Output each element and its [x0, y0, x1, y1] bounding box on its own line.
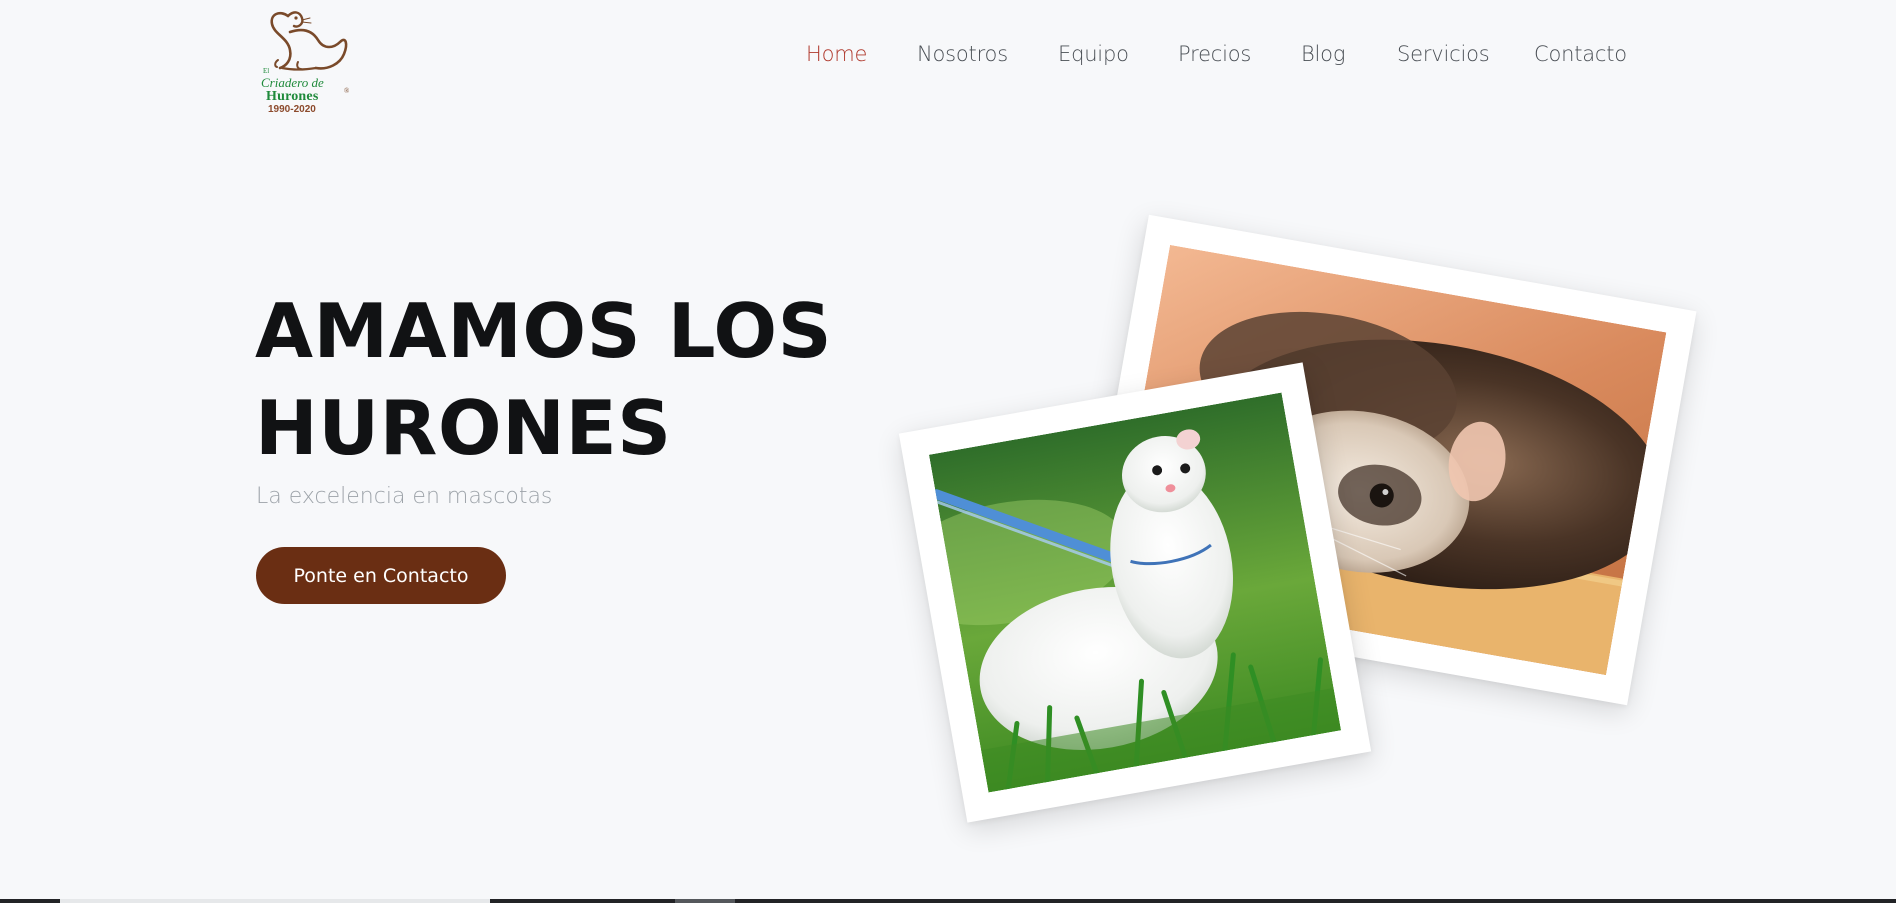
nav-item-home[interactable]: Home: [806, 42, 867, 66]
logo-small-text: El: [263, 67, 270, 75]
white-ferret-photo: [928, 392, 1342, 793]
contact-cta-button[interactable]: Ponte en Contacto: [256, 547, 506, 604]
logo-line-1: Criadero de: [261, 75, 324, 90]
site-logo[interactable]: El Criadero de Hurones 1990-2020 ®: [258, 4, 354, 116]
bottom-bar-marker: [675, 899, 735, 903]
nav-item-nosotros[interactable]: Nosotros: [917, 42, 1008, 66]
ferret-grass-image: [928, 392, 1342, 793]
nav-item-contacto[interactable]: Contacto: [1534, 42, 1627, 66]
photo-frame-front: [898, 362, 1372, 823]
logo-registered-mark: ®: [344, 87, 350, 95]
nav-item-servicios[interactable]: Servicios: [1397, 42, 1490, 66]
ferret-logo-icon: [270, 11, 348, 71]
hero-title: AMAMOS LOS HURONES: [255, 283, 895, 477]
nav-item-blog[interactable]: Blog: [1301, 42, 1345, 66]
hero-subtitle: La excelencia en mascotas: [256, 484, 553, 509]
logo-years: 1990-2020: [268, 104, 316, 115]
logo-line-2: Hurones: [266, 89, 319, 104]
site-header: El Criadero de Hurones 1990-2020 ® Home …: [0, 0, 1896, 120]
bottom-bar-highlight: [60, 899, 490, 903]
hero-title-line-1: AMAMOS LOS: [255, 287, 833, 375]
nav-item-precios[interactable]: Precios: [1178, 42, 1251, 66]
bottom-edge-bar: [0, 899, 1896, 903]
hero-title-line-2: HURONES: [255, 384, 672, 472]
nav-item-equipo[interactable]: Equipo: [1058, 42, 1129, 66]
